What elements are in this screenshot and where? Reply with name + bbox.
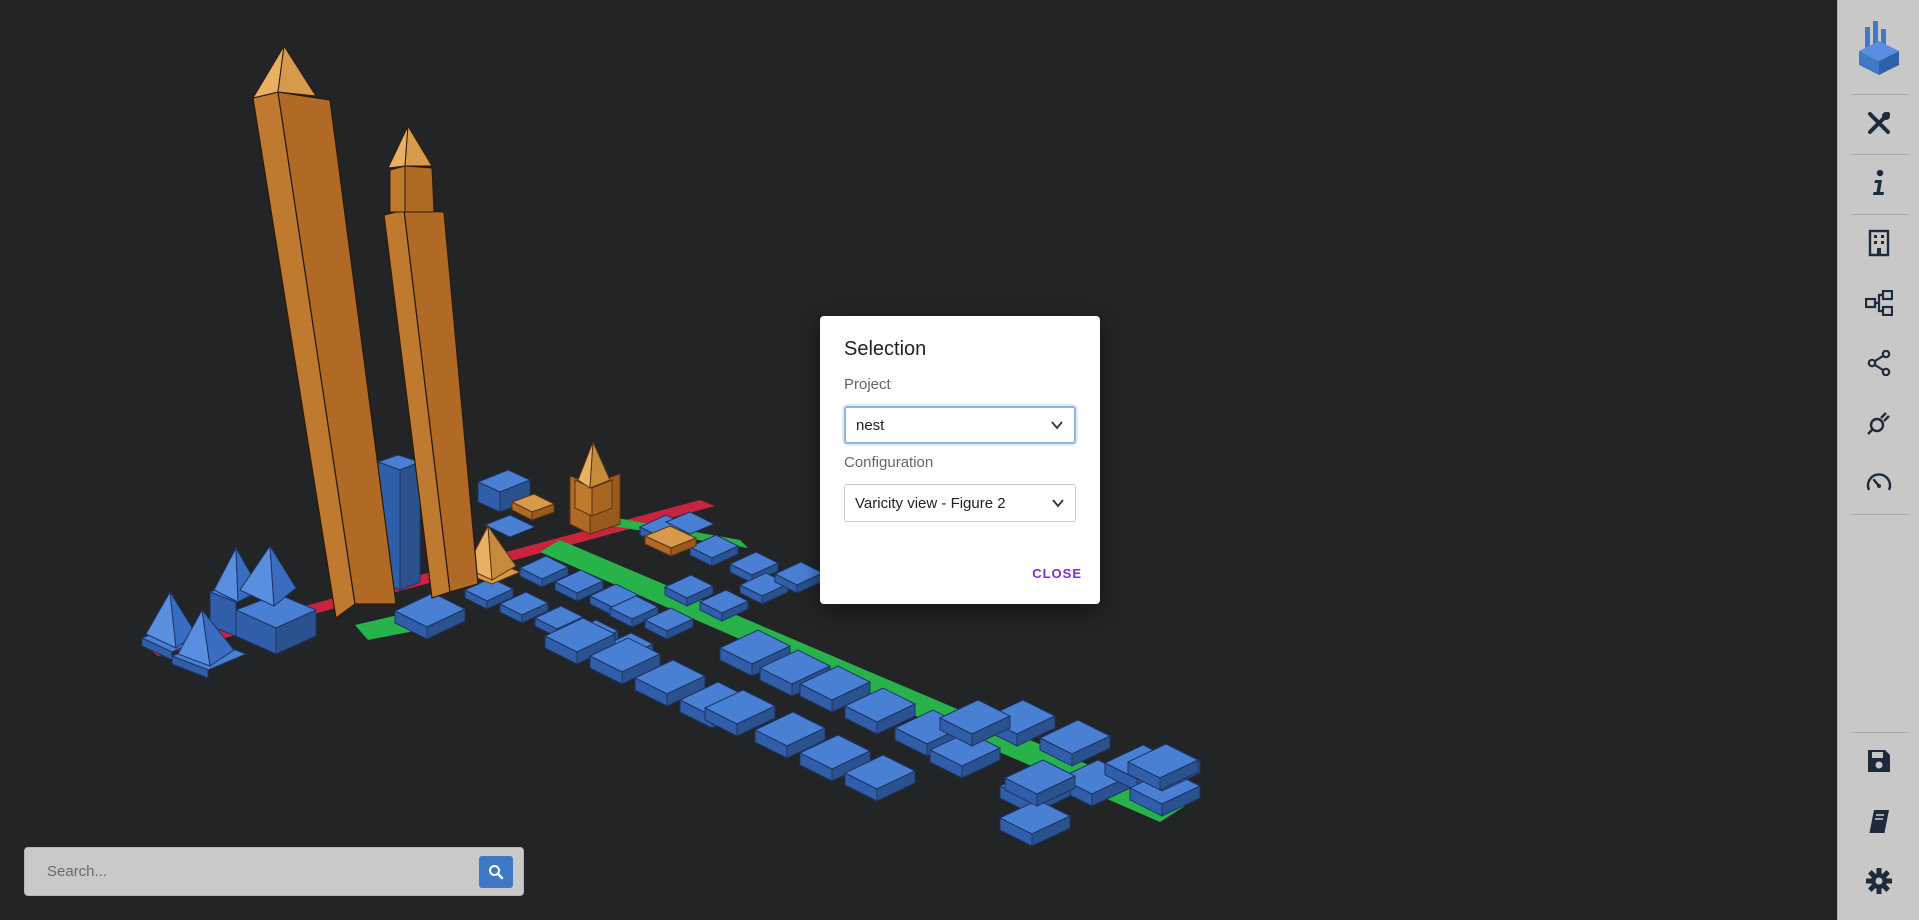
chevron-down-icon (1051, 421, 1063, 430)
blue-pyramids (140, 544, 318, 679)
logo-icon[interactable] (1838, 18, 1919, 78)
sidebar-divider (1852, 514, 1908, 515)
speedometer-icon[interactable] (1838, 453, 1919, 513)
search-bar (24, 847, 524, 896)
plug-icon[interactable] (1838, 393, 1919, 453)
project-select-value: nest (856, 416, 885, 434)
tile-group-front (394, 592, 1201, 817)
save-icon[interactable] (1838, 731, 1919, 791)
info-icon[interactable] (1838, 153, 1919, 213)
search-input[interactable] (25, 848, 465, 895)
gear-icon[interactable] (1838, 851, 1919, 911)
tower-1 (251, 44, 397, 620)
search-icon (489, 865, 504, 880)
configuration-select[interactable]: Varicity view - Figure 2 (844, 484, 1076, 522)
building-icon[interactable] (1838, 213, 1919, 273)
book-icon[interactable] (1838, 791, 1919, 851)
configuration-label: Configuration (844, 454, 934, 471)
project-select[interactable]: nest (844, 406, 1076, 444)
small-tower (568, 441, 622, 535)
share-icon[interactable] (1838, 333, 1919, 393)
close-button[interactable]: CLOSE (1032, 566, 1082, 581)
sidebar (1837, 0, 1919, 920)
selection-dialog: Selection Project nest Configuration Var… (820, 316, 1100, 604)
chevron-down-icon (1052, 499, 1064, 508)
configuration-select-value: Varicity view - Figure 2 (855, 494, 1006, 512)
tools-icon[interactable] (1838, 93, 1919, 153)
project-label: Project (844, 376, 891, 393)
hierarchy-icon[interactable] (1838, 273, 1919, 333)
search-button[interactable] (479, 856, 513, 888)
dialog-title: Selection (844, 338, 927, 360)
